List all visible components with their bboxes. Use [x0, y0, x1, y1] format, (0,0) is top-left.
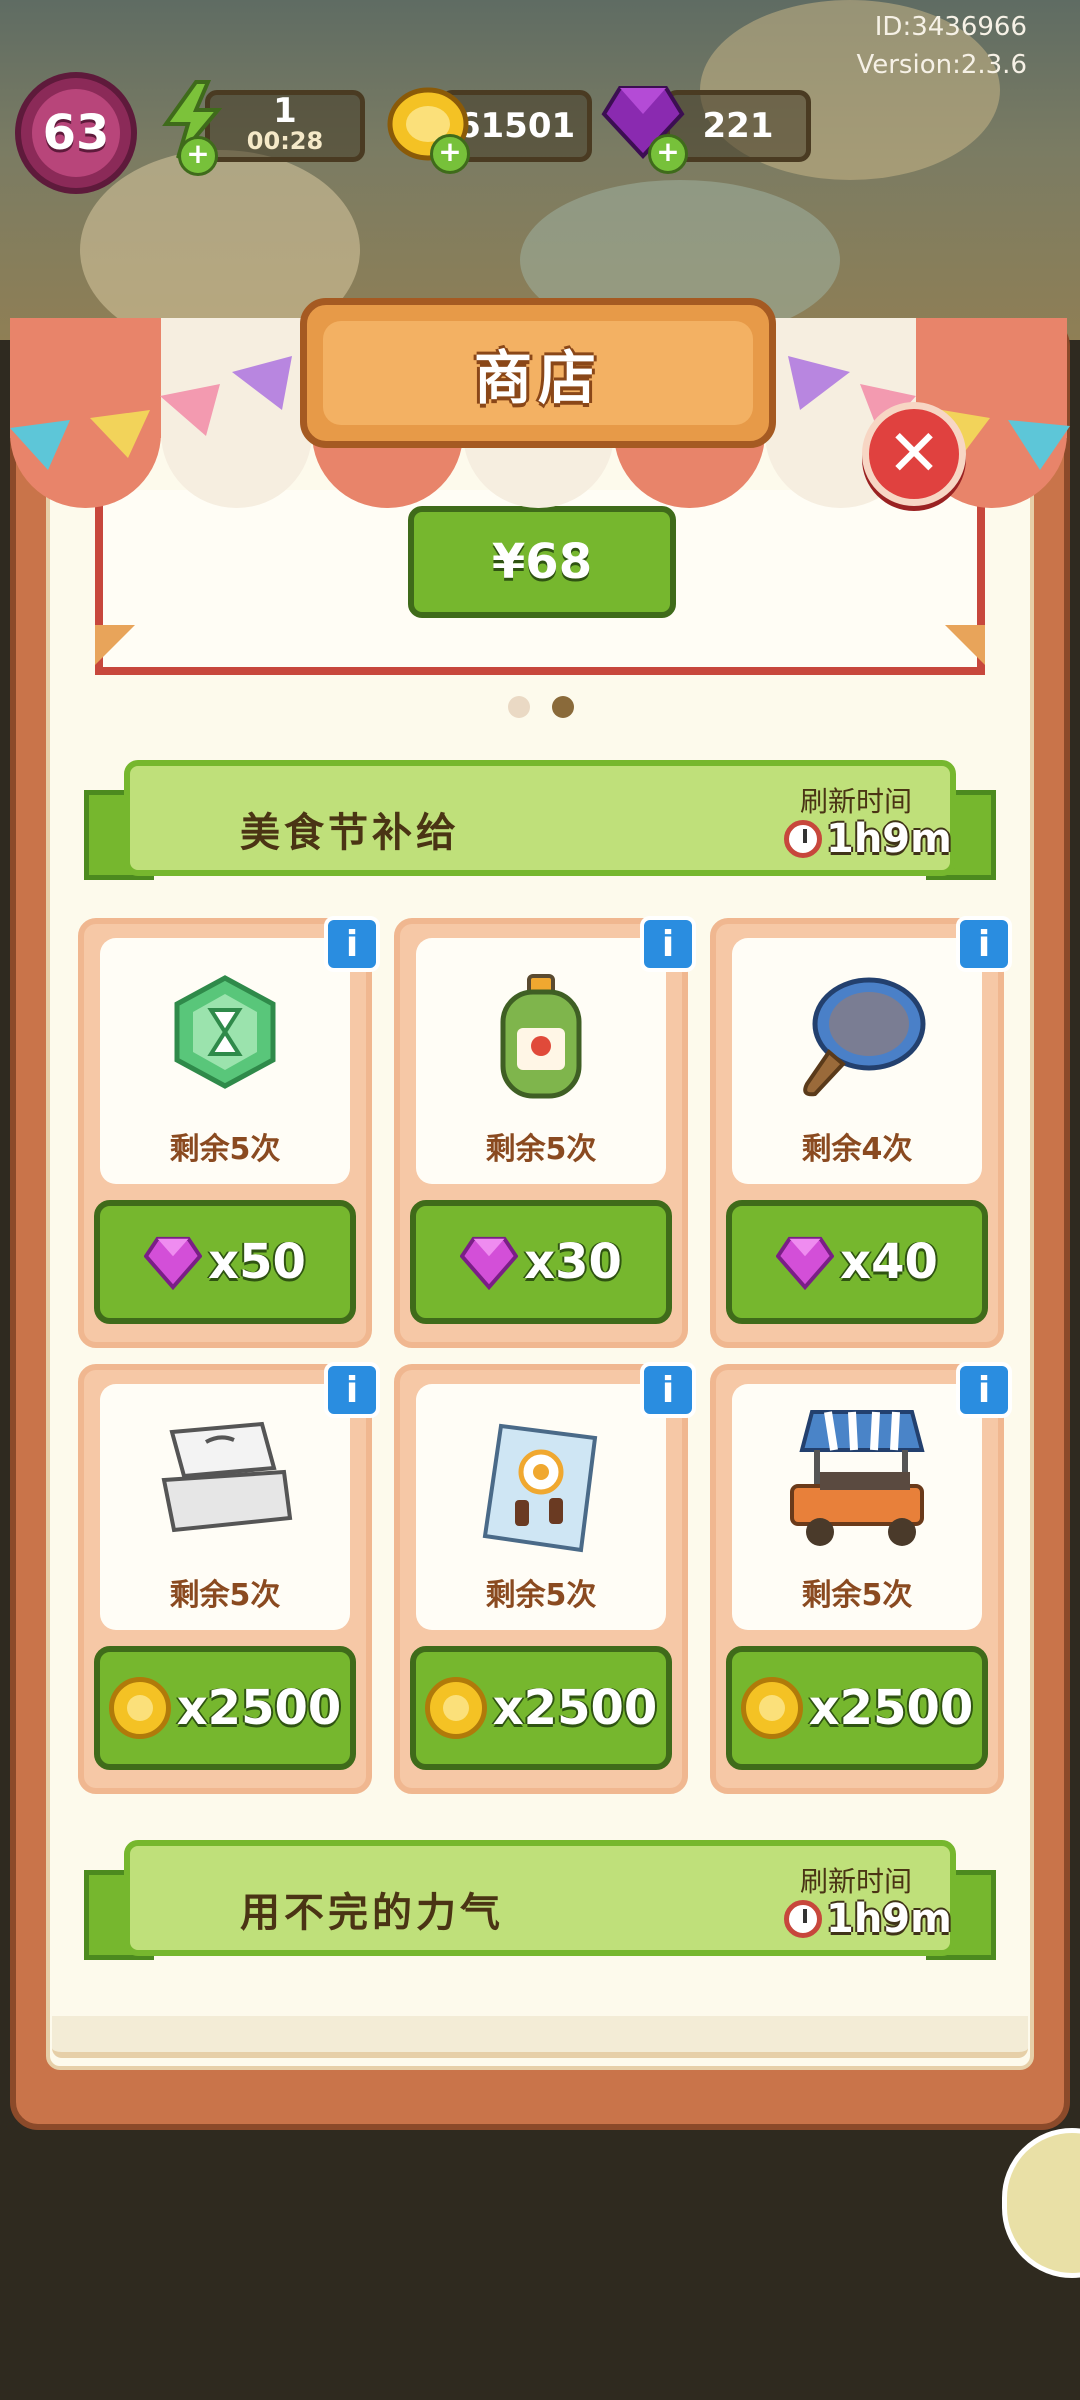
coin-icon: [740, 1677, 803, 1739]
add-energy-button[interactable]: +: [178, 136, 218, 176]
gem-icon: [144, 1236, 203, 1291]
shop-item-card: 剩余5次 i x2500: [710, 1362, 1012, 1794]
refresh-timer: 1h9m: [784, 1896, 952, 1942]
price-label: x2500: [492, 1680, 658, 1736]
clock-icon: [784, 820, 822, 858]
close-icon: ✕: [887, 417, 941, 491]
player-id: ID:3436966: [874, 12, 1027, 42]
info-button[interactable]: i: [324, 1362, 380, 1418]
remaining-count: 剩余4次: [801, 1132, 913, 1167]
hourglass-hexagon-icon: [174, 975, 276, 1089]
remaining-count: 剩余5次: [169, 1578, 281, 1613]
refresh-timer: 1h9m: [784, 816, 952, 862]
coin-icon: [108, 1677, 171, 1739]
banner-body: 美食节补给 刷新时间 1h9m: [124, 760, 956, 876]
refresh-label: 刷新时间: [800, 1865, 913, 1898]
gem-icon: [776, 1236, 835, 1291]
item-frame[interactable]: 剩余5次: [100, 1384, 350, 1630]
buy-button[interactable]: x2500: [726, 1646, 988, 1770]
item-frame[interactable]: 剩余5次: [416, 938, 666, 1184]
shop-item-card: 剩余4次 i x40: [710, 916, 1012, 1348]
section-title: 用不完的力气: [240, 1890, 504, 1936]
info-icon: i: [345, 923, 359, 965]
remaining-count: 剩余5次: [169, 1132, 281, 1167]
remaining-count: 剩余5次: [801, 1578, 913, 1613]
avatar: [1002, 2128, 1080, 2278]
price-label: x50: [208, 1234, 306, 1290]
carousel-indicator: [508, 696, 574, 718]
player-level-badge[interactable]: 63: [15, 72, 137, 194]
shop-panel-scroll-edge: [52, 2016, 1028, 2058]
coin-value: 61501: [456, 106, 576, 146]
carousel-dot-active[interactable]: [552, 696, 574, 718]
player-level: 63: [32, 89, 120, 177]
price-label: x2500: [176, 1680, 342, 1736]
energy-value: 1: [273, 91, 297, 131]
coin-icon: [424, 1677, 487, 1739]
gem-value: 221: [702, 106, 774, 146]
clock-icon: [784, 1900, 822, 1938]
game-background-bottom: [0, 2130, 1080, 2400]
shop-item-card: 剩余5次 i x2500: [394, 1362, 696, 1794]
info-button[interactable]: i: [956, 1362, 1012, 1418]
energy-counter[interactable]: 1 00:28: [205, 90, 365, 162]
info-icon: i: [661, 1369, 675, 1411]
food-cart-icon: [790, 1410, 925, 1546]
id-version-label: ID:3436966 Version:2.3.6: [856, 8, 1027, 84]
section-banner-endless-energy: 用不完的力气 刷新时间 1h9m: [84, 1840, 996, 1970]
refresh-time: 1h9m: [826, 1896, 952, 1942]
frying-pan-icon: [803, 977, 926, 1097]
info-icon: i: [345, 1369, 359, 1411]
add-gems-button[interactable]: +: [648, 134, 688, 174]
buy-button[interactable]: x30: [410, 1200, 672, 1324]
snack-bag-icon: [482, 1423, 598, 1553]
add-coins-button[interactable]: +: [430, 134, 470, 174]
section-title: 美食节补给: [240, 810, 460, 856]
shop-item-card: 剩余5次 i x2500: [78, 1362, 380, 1794]
carousel-dot[interactable]: [508, 696, 530, 718]
info-icon: i: [977, 1369, 991, 1411]
refresh-label: 刷新时间: [800, 785, 913, 818]
info-button[interactable]: i: [640, 916, 696, 972]
info-icon: i: [661, 923, 675, 965]
floating-avatar-button[interactable]: [1000, 2128, 1080, 2278]
item-frame[interactable]: 剩余5次: [100, 938, 350, 1184]
info-button[interactable]: i: [956, 916, 1012, 972]
close-button[interactable]: ✕: [862, 402, 966, 506]
refresh-time: 1h9m: [826, 816, 952, 862]
takeout-box-icon: [161, 1421, 293, 1533]
info-button[interactable]: i: [640, 1362, 696, 1418]
price-label: x2500: [808, 1680, 974, 1736]
info-icon: i: [977, 923, 991, 965]
remaining-count: 剩余5次: [485, 1578, 597, 1613]
shop-item-card: 剩余5次 i x30: [394, 916, 696, 1348]
shop-title-sign: 商店: [300, 298, 776, 448]
card-corner: [945, 625, 985, 665]
card-corner: [95, 625, 135, 665]
banner-body: 用不完的力气 刷新时间 1h9m: [124, 1840, 956, 1956]
energy-timer: 00:28: [246, 127, 324, 155]
gem-icon: [460, 1236, 519, 1291]
item-frame[interactable]: 剩余5次: [732, 1384, 982, 1630]
shop-item-card: 剩余5次 i x50: [78, 916, 380, 1348]
version-label: Version:2.3.6: [856, 50, 1027, 80]
item-frame[interactable]: 剩余4次: [732, 938, 982, 1184]
price-label: x30: [524, 1234, 622, 1290]
buy-button[interactable]: x40: [726, 1200, 988, 1324]
section-banner-food-festival: 美食节补给 刷新时间 1h9m: [84, 760, 996, 890]
buy-button[interactable]: x50: [94, 1200, 356, 1324]
buy-button[interactable]: x2500: [94, 1646, 356, 1770]
info-button[interactable]: i: [324, 916, 380, 972]
remaining-count: 剩余5次: [485, 1132, 597, 1167]
price-label: x40: [840, 1234, 938, 1290]
shop-title: 商店: [323, 321, 753, 425]
gas-cylinder-icon: [500, 974, 582, 1099]
buy-button[interactable]: x2500: [410, 1646, 672, 1770]
item-frame[interactable]: 剩余5次: [416, 1384, 666, 1630]
